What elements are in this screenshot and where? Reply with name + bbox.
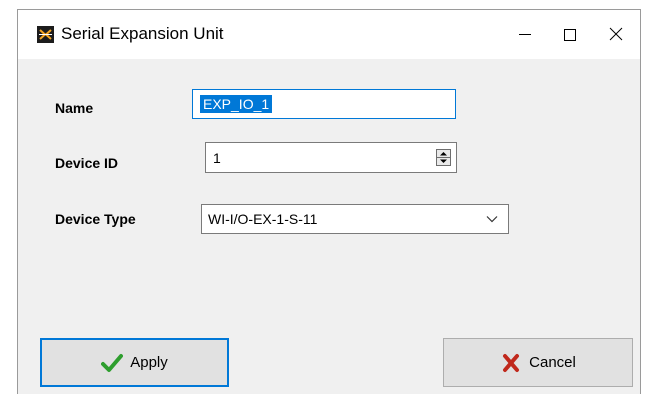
close-button[interactable] [593, 10, 639, 59]
apply-button[interactable]: Apply [40, 338, 229, 387]
device-type-label: Device Type [55, 211, 136, 227]
cancel-button[interactable]: Cancel [443, 338, 633, 387]
close-icon [609, 27, 623, 41]
device-id-value: 1 [213, 150, 221, 166]
maximize-icon [564, 29, 576, 41]
checkmark-icon [101, 353, 124, 373]
maximize-button[interactable] [547, 10, 593, 59]
apply-label: Apply [130, 354, 168, 371]
dialog-window: Serial Expansion Unit Name EXP_IO_1 Devi… [17, 9, 641, 394]
device-type-value: WI-I/O-EX-1-S-11 [208, 211, 318, 227]
window-title: Serial Expansion Unit [61, 24, 224, 43]
title-bar[interactable]: Serial Expansion Unit [18, 10, 640, 59]
cross-icon [500, 353, 522, 373]
device-id-label: Device ID [55, 155, 119, 171]
spin-updown-icon[interactable] [436, 149, 451, 166]
name-input-value: EXP_IO_1 [200, 95, 273, 113]
minimize-icon [519, 34, 531, 35]
cancel-label: Cancel [529, 354, 576, 371]
app-icon [37, 26, 54, 43]
device-type-select[interactable]: WI-I/O-EX-1-S-11 [201, 204, 509, 234]
minimize-button[interactable] [502, 10, 548, 59]
name-input[interactable]: EXP_IO_1 [192, 89, 456, 119]
chevron-down-icon [486, 215, 498, 223]
name-label: Name [55, 100, 94, 116]
dialog-body: Name EXP_IO_1 Device ID 1 Device Type WI… [18, 59, 640, 395]
device-id-input[interactable]: 1 [205, 142, 457, 173]
